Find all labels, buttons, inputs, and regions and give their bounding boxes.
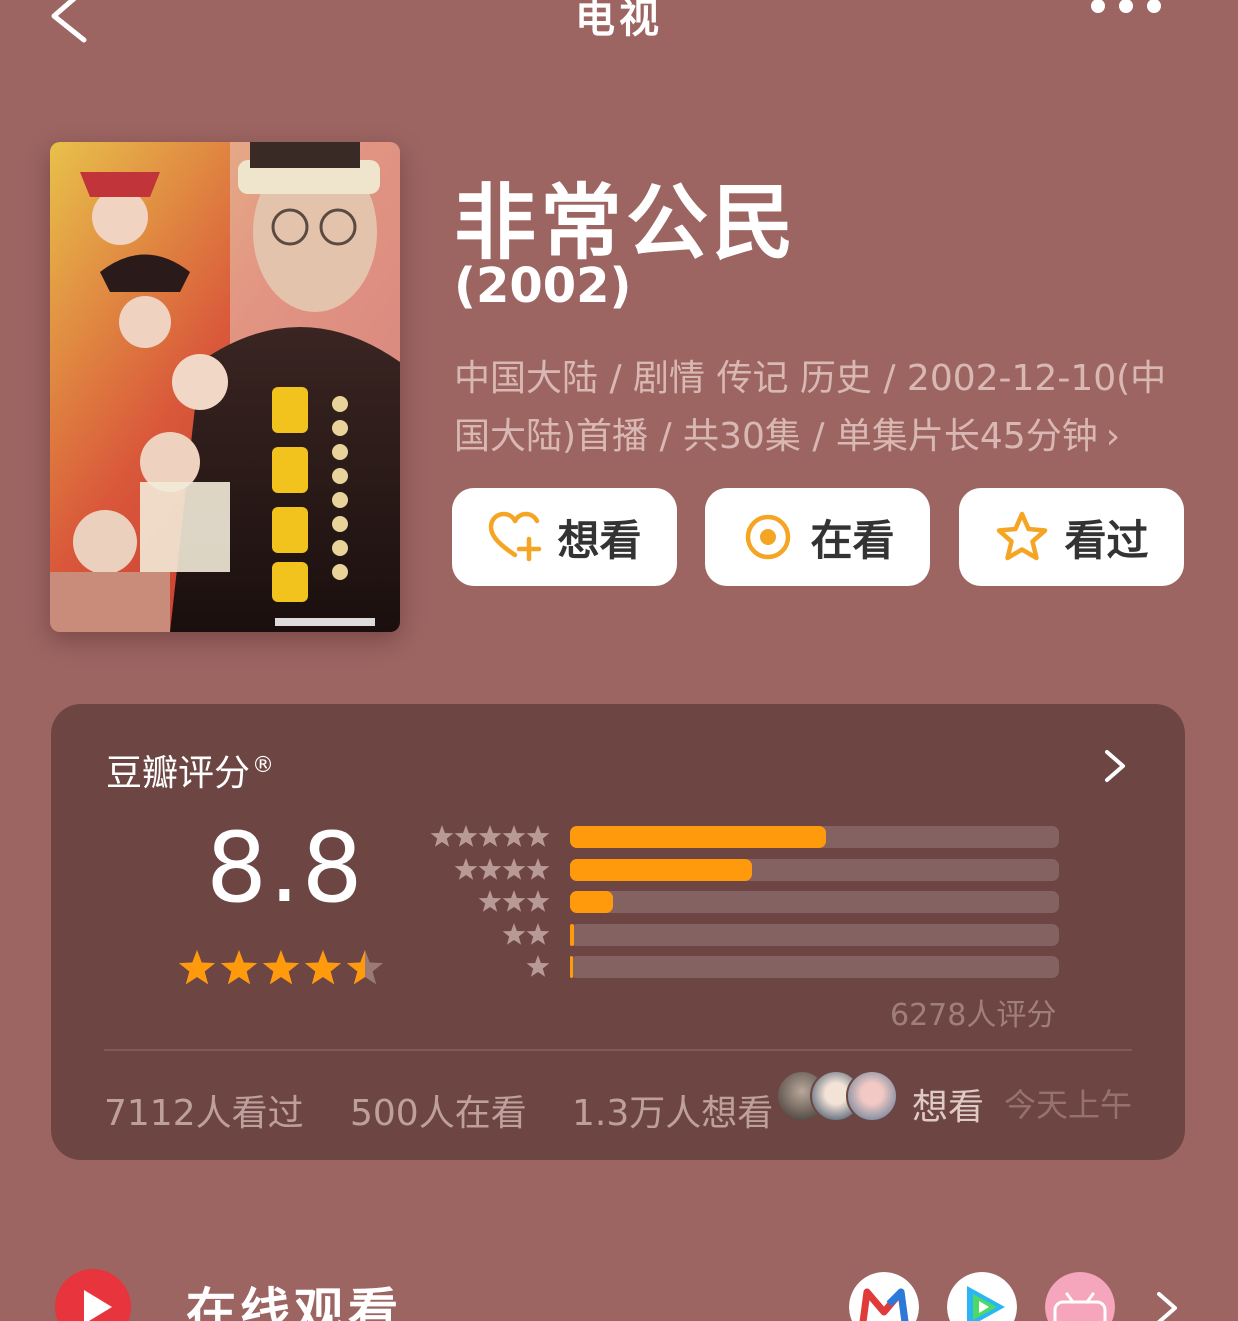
watched-label: 看过	[1064, 515, 1149, 565]
tencent-video-icon[interactable]	[947, 1272, 1017, 1321]
play-circle-icon	[55, 1269, 131, 1321]
heart-plus-icon	[489, 511, 542, 562]
page-title: 电视	[575, 0, 663, 42]
online-watch-title: 在线观看	[186, 1283, 402, 1321]
watched-count[interactable]: 7112人看过	[104, 1084, 304, 1136]
row-stars-icon	[502, 922, 550, 945]
score-star	[220, 950, 258, 985]
meta-chevron-icon: ›	[1105, 416, 1121, 457]
rating-bar-fill	[570, 956, 573, 978]
poster-image[interactable]	[50, 142, 400, 632]
more-dots-icon[interactable]	[1086, 0, 1166, 18]
want-to-watch-button[interactable]: 想看	[452, 488, 677, 586]
rating-row-2-star	[420, 922, 1060, 948]
rating-card-title: 豆瓣评分®	[106, 744, 274, 796]
row-stars-icon	[454, 857, 550, 880]
want-count[interactable]: 1.3万人想看	[572, 1084, 773, 1136]
bilibili-icon[interactable]	[1045, 1272, 1115, 1321]
watching-count[interactable]: 500人在看	[350, 1084, 527, 1136]
friend-avatars[interactable]	[776, 1070, 906, 1126]
friend-action-label: 想看	[912, 1087, 985, 1128]
row-stars-icon	[430, 825, 550, 847]
rating-count: 6278人评分	[890, 998, 1057, 1033]
card-divider	[104, 1049, 1132, 1051]
poster-art	[50, 142, 400, 632]
watching-label: 在看	[810, 515, 895, 565]
rating-bar-track	[570, 891, 1059, 913]
watched-button[interactable]: 看过	[959, 488, 1184, 586]
row-stars-icon	[526, 955, 550, 977]
row-stars-icon	[478, 890, 550, 912]
want-label: 想看	[557, 515, 642, 565]
rating-bar-fill	[570, 826, 826, 848]
rating-bar-track	[570, 923, 1059, 946]
online-chevron-icon[interactable]	[1150, 1288, 1184, 1321]
watching-button[interactable]: 在看	[705, 488, 930, 586]
rating-bar-track	[570, 858, 1059, 881]
rating-bar-track	[570, 956, 1059, 978]
score-star	[304, 950, 342, 985]
rating-bar-fill	[570, 891, 614, 913]
star-outline-icon	[997, 511, 1048, 561]
registered-mark: ®	[252, 753, 275, 778]
friend-action-time: 今天上午	[1004, 1086, 1133, 1124]
rating-row-1-star	[420, 954, 1060, 980]
rating-chevron-icon[interactable]	[1098, 746, 1132, 786]
score-star	[262, 950, 300, 985]
meta-text: 中国大陆 / 剧情 传记 历史 / 2002-12-10(中国大陆)首播 / 共…	[454, 358, 1167, 457]
rating-label: 豆瓣评分	[106, 753, 251, 794]
avatar	[846, 1070, 898, 1122]
rating-score: 8.8	[206, 812, 365, 924]
rating-bar-fill	[570, 923, 574, 946]
movie-year: (2002)	[454, 258, 632, 314]
score-stars-icon	[178, 950, 384, 985]
movie-meta-info[interactable]: 中国大陆 / 剧情 传记 历史 / 2002-12-10(中国大陆)首播 / 共…	[454, 350, 1194, 466]
rating-bar-track	[570, 826, 1059, 848]
rating-row-3-star	[420, 889, 1060, 915]
rating-row-4-star	[420, 857, 1060, 883]
score-star	[178, 950, 216, 985]
rating-bar-fill	[570, 858, 753, 881]
rating-row-5-star	[420, 824, 1060, 850]
mgtv-icon[interactable]	[849, 1272, 919, 1321]
target-circle-icon	[746, 514, 791, 560]
